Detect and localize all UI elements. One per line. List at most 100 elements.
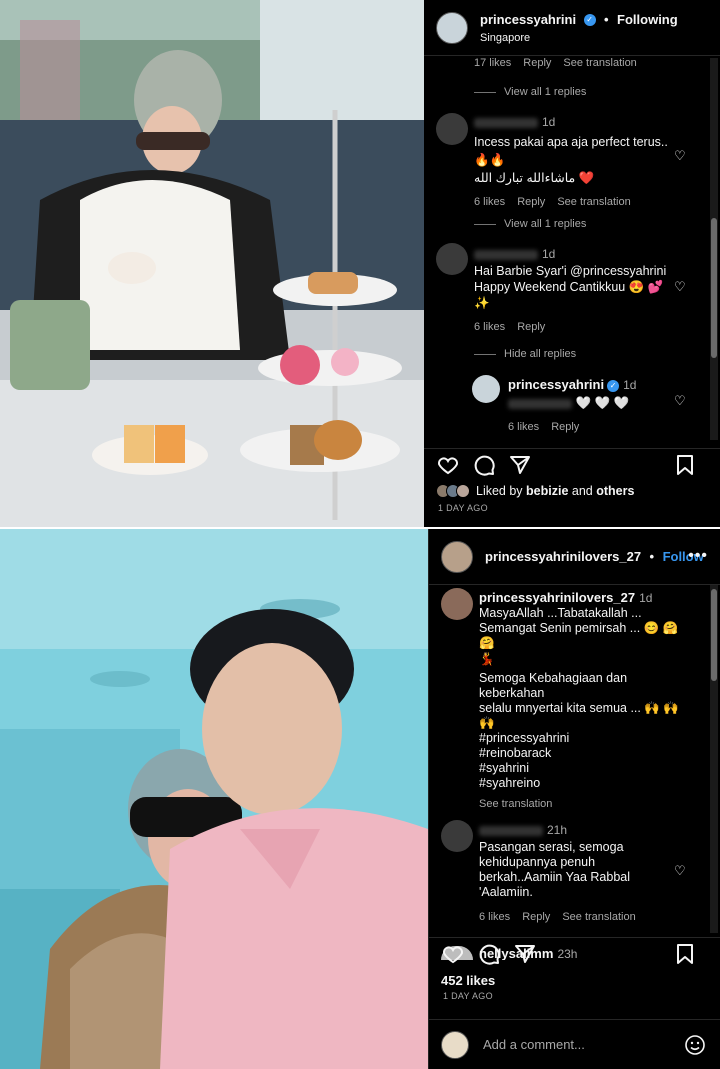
comment-text: ✨ [474, 296, 490, 310]
scrollbar-thumb[interactable] [711, 218, 717, 358]
hashtag-link[interactable]: #syahreino [479, 776, 688, 791]
view-replies-button[interactable]: View all 1 replies [474, 86, 586, 98]
post-photo-tea[interactable] [0, 0, 424, 527]
add-comment-input[interactable]: Add a comment... [483, 1037, 585, 1052]
comment-meta: 6 likes Reply See translation [479, 910, 674, 925]
comment-icon[interactable] [472, 453, 496, 477]
share-icon[interactable] [513, 942, 537, 966]
reply-likes[interactable]: 6 likes [508, 421, 539, 433]
save-icon[interactable] [674, 453, 696, 477]
comment-item: 1d Incess pakai apa aja perfect terus.. … [474, 115, 674, 210]
comment-meta: 6 likes Reply [474, 320, 674, 335]
reply-button[interactable]: Reply [522, 911, 550, 923]
share-icon[interactable] [508, 453, 532, 477]
comments-scrollbar[interactable] [710, 585, 718, 933]
blurred-username [474, 249, 538, 260]
see-translation-button[interactable]: See translation [479, 797, 688, 812]
caption: princessyahrinilovers_27 1d MasyaAllah ..… [479, 590, 688, 812]
caption-author-avatar[interactable] [441, 588, 473, 620]
comment-likes[interactable]: 6 likes [474, 196, 505, 208]
location-link[interactable]: Singapore [480, 32, 678, 44]
post-date[interactable]: 1 DAY AGO [438, 503, 488, 513]
comment-meta: 6 likes Reply See translation [474, 195, 674, 210]
add-comment-bar: Add a comment... [429, 1019, 720, 1069]
caption-text: 💃 [479, 652, 495, 666]
comment-text: Pasangan serasi, semoga [479, 840, 624, 854]
like-comment-heart-icon[interactable]: ♡ [674, 280, 688, 294]
reply-meta: 6 likes Reply [508, 420, 674, 435]
blurred-username [474, 117, 538, 128]
like-comment-heart-icon[interactable]: ♡ [674, 149, 688, 163]
see-translation-button[interactable]: See translation [562, 911, 635, 923]
comments-list[interactable]: 17 likes Reply See translation View all 1 … [424, 57, 706, 441]
post-actions [424, 448, 720, 480]
reply-button[interactable]: Reply [517, 196, 545, 208]
post-header: princessyahrini ✓ • Following Singapore [424, 0, 720, 56]
emoji-icon[interactable] [684, 1034, 706, 1056]
comment-likes[interactable]: 6 likes [474, 321, 505, 333]
post-date[interactable]: 1 DAY AGO [443, 991, 493, 1001]
comment-text: Incess pakai apa aja perfect terus.. [474, 135, 668, 149]
author-username[interactable]: princessyahrinilovers_27 [485, 549, 641, 564]
hide-replies-button[interactable]: Hide all replies [474, 348, 576, 360]
commenter-avatar[interactable] [441, 820, 473, 852]
like-comment-heart-icon[interactable]: ♡ [674, 864, 688, 878]
caption-text: Semangat Senin pemirsah ... 😊 🤗 🤗 [479, 621, 679, 650]
reply-item: princessyahrini ✓ 1d 🤍 🤍 🤍 6 likes Reply [508, 377, 674, 435]
see-translation-button[interactable]: See translation [563, 57, 636, 69]
see-translation-button[interactable]: See translation [557, 196, 630, 208]
current-user-avatar [441, 1030, 469, 1059]
comment-text: Happy Weekend Cantikkuu 😍 💕 [474, 280, 664, 294]
heart-icon[interactable] [436, 453, 460, 477]
commenter-avatar[interactable] [436, 243, 468, 275]
hashtag-link[interactable]: #princessyahrini [479, 731, 688, 746]
reply-button[interactable]: Reply [551, 421, 579, 433]
view-replies-button[interactable]: View all 1 replies [474, 218, 586, 230]
reply-text: 🤍 🤍 🤍 [575, 396, 630, 410]
comment-icon[interactable] [477, 942, 501, 966]
comment-text: 'Aalamiin. [479, 885, 533, 899]
hashtag-link[interactable]: #reinobarack [479, 746, 688, 761]
reply-button[interactable]: Reply [523, 57, 551, 69]
post-photo-aquarium[interactable] [0, 529, 428, 1069]
photo-aquarium-illustration [0, 529, 428, 1069]
post-sidebar: princessyahrinilovers_27 • Follow ••• pr… [428, 529, 720, 1069]
commenter-avatar[interactable] [436, 113, 468, 145]
blurred-mention [508, 398, 572, 409]
comment-time: 1d [542, 115, 556, 129]
comment-time: 21h [547, 823, 568, 837]
comment-text: kehidupannya penuh [479, 855, 596, 869]
reply-avatar[interactable] [472, 375, 500, 403]
post-top: princessyahrini ✓ • Following Singapore … [0, 0, 720, 527]
comment-text: Hai Barbie Syar'i @princessyahrini [474, 264, 667, 278]
liker-avatar [456, 484, 470, 498]
likes-others-link[interactable]: others [596, 484, 634, 498]
heart-icon[interactable] [441, 942, 465, 966]
like-count[interactable]: 452 likes [441, 973, 495, 988]
reply-button[interactable]: Reply [517, 321, 545, 333]
save-icon[interactable] [674, 942, 696, 966]
comment-likes[interactable]: 17 likes [474, 57, 511, 69]
scrollbar-thumb[interactable] [711, 589, 717, 681]
caption-text: selalu mnyertai kita semua ... 🙌 🙌 🙌 [479, 701, 679, 730]
verified-icon: ✓ [583, 13, 596, 26]
more-options-icon[interactable]: ••• [688, 547, 708, 565]
author-username[interactable]: princessyahrini [480, 12, 576, 27]
comment-meta: 17 likes Reply See translation [474, 57, 649, 69]
author-avatar[interactable] [441, 540, 473, 573]
hashtag-link[interactable]: #syahrini [479, 761, 688, 776]
following-button[interactable]: Following [617, 12, 678, 27]
liked-by[interactable]: Liked by bebizie and others [436, 484, 634, 498]
comments-list[interactable]: princessyahrinilovers_27 1d MasyaAllah ..… [429, 586, 706, 960]
caption-username[interactable]: princessyahrinilovers_27 [479, 590, 635, 605]
author-avatar[interactable] [436, 11, 468, 44]
comment-likes[interactable]: 6 likes [479, 911, 510, 923]
liker-username[interactable]: bebizie [526, 484, 568, 498]
comments-scrollbar[interactable] [710, 58, 718, 440]
verified-icon: ✓ [607, 379, 620, 392]
comment-text: berkah..Aamiin Yaa Rabbal [479, 870, 631, 884]
like-reply-heart-icon[interactable]: ♡ [674, 394, 688, 408]
reply-username[interactable]: princessyahrini [508, 377, 604, 392]
comment-item: 21h Pasangan serasi, semoga kehidupannya… [479, 823, 674, 925]
reply-time: 1d [623, 378, 637, 392]
